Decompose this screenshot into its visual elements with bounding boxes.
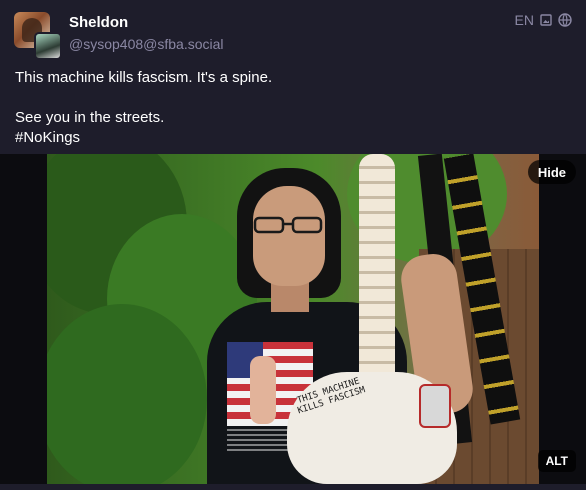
post-header: Sheldon @sysop408@sfba.social EN xyxy=(0,0,586,62)
media-gallery[interactable]: THIS MACHINE KILLS FASCISM Hide ALT xyxy=(0,154,586,484)
post-text-line: This machine kills fascism. It's a spine… xyxy=(15,69,273,86)
post-text-line: See you in the streets. xyxy=(15,109,165,126)
post-content: This machine kills fascism. It's a spine… xyxy=(15,68,571,148)
post-meta: EN xyxy=(515,12,572,28)
language-badge: EN xyxy=(514,12,534,28)
author-display-name[interactable]: Sheldon xyxy=(69,14,128,31)
boost-avatar-image xyxy=(34,32,62,60)
author-account[interactable]: @sysop408@sfba.social xyxy=(69,36,224,52)
hide-media-button[interactable]: Hide xyxy=(527,160,576,184)
alt-text-button[interactable]: ALT xyxy=(537,450,576,472)
hashtag-link[interactable]: #NoKings xyxy=(15,129,80,146)
media-attachment-icon xyxy=(540,14,552,26)
post-photo[interactable]: THIS MACHINE KILLS FASCISM xyxy=(47,154,539,484)
globe-icon[interactable] xyxy=(558,13,572,27)
author-avatar[interactable] xyxy=(14,12,62,60)
post-divider xyxy=(0,484,586,490)
